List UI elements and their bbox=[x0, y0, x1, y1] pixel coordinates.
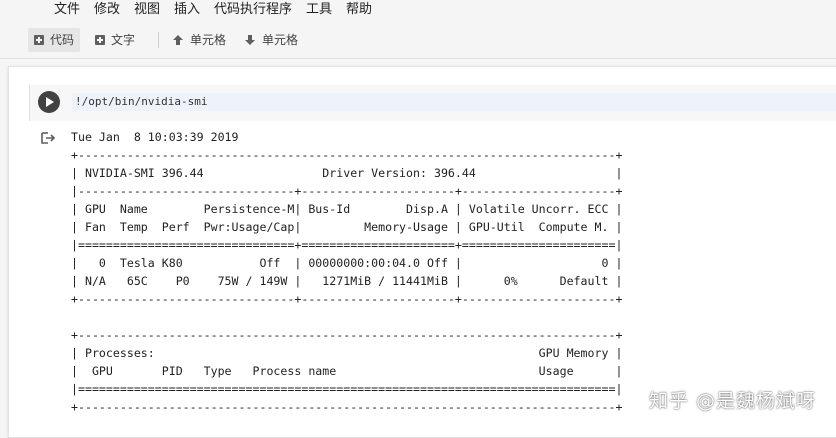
move-down-label: 单元格 bbox=[262, 33, 299, 47]
output-line: | GPU PID Type Process name Usage | bbox=[71, 364, 623, 378]
menu-edit[interactable]: 修改 bbox=[94, 1, 120, 19]
play-icon bbox=[46, 97, 54, 107]
output-line: |===============================+=======… bbox=[71, 238, 623, 252]
menu-bar: 文件 修改 视图 插入 代码执行程序 工具 帮助 bbox=[0, 0, 836, 20]
code-cell[interactable]: !/opt/bin/nvidia-smi bbox=[29, 85, 836, 121]
output-line: | GPU Name Persistence-M| Bus-Id Disp.A … bbox=[71, 202, 623, 216]
notebook-area: !/opt/bin/nvidia-smi Tue Jan 8 10:03:39 … bbox=[8, 66, 836, 438]
add-text-button[interactable]: 文字 bbox=[95, 28, 135, 52]
arrow-down-icon bbox=[245, 35, 255, 45]
output-line: | NVIDIA-SMI 396.44 Driver Version: 396.… bbox=[71, 166, 623, 180]
output-line: +---------------------------------------… bbox=[71, 400, 623, 414]
menu-runtime[interactable]: 代码执行程序 bbox=[214, 1, 292, 19]
run-cell-button[interactable] bbox=[38, 91, 60, 113]
output-line: | Fan Temp Perf Pwr:Usage/Cap| Memory-Us… bbox=[71, 220, 623, 234]
move-cell-down-button[interactable]: 单元格 bbox=[244, 28, 298, 52]
menu-tools[interactable]: 工具 bbox=[306, 1, 332, 19]
output-line: +---------------------------------------… bbox=[71, 148, 623, 162]
move-cell-up-button[interactable]: 单元格 bbox=[172, 28, 226, 52]
output-line: | 0 Tesla K80 Off | 00000000:00:04.0 Off… bbox=[71, 256, 623, 270]
menu-file[interactable]: 文件 bbox=[54, 1, 80, 19]
plus-icon bbox=[34, 35, 44, 45]
output-line: Tue Jan 8 10:03:39 2019 bbox=[71, 130, 239, 144]
toolbar: 代码 文字 单元格 单元格 bbox=[0, 22, 836, 59]
menu-help[interactable]: 帮助 bbox=[346, 1, 372, 19]
plus-icon bbox=[95, 35, 105, 45]
add-text-label: 文字 bbox=[111, 33, 136, 47]
arrow-up-icon bbox=[173, 35, 183, 45]
output-line: +-------------------------------+-------… bbox=[71, 292, 623, 306]
output-line: | N/A 65C P0 75W / 149W | 1271MiB / 1144… bbox=[71, 274, 623, 288]
output-line: |=======================================… bbox=[71, 382, 623, 396]
menu-view[interactable]: 视图 bbox=[134, 1, 160, 19]
output-line: |-------------------------------+-------… bbox=[71, 184, 623, 198]
add-code-button[interactable]: 代码 bbox=[28, 28, 81, 52]
cell-output: Tue Jan 8 10:03:39 2019 +---------------… bbox=[71, 128, 622, 416]
menu-insert[interactable]: 插入 bbox=[174, 1, 200, 19]
toolbar-divider bbox=[158, 32, 159, 48]
output-line: +---------------------------------------… bbox=[71, 328, 623, 342]
watermark: 知乎 @是魏杨斌呀 bbox=[648, 390, 816, 412]
code-editor[interactable]: !/opt/bin/nvidia-smi bbox=[72, 93, 836, 111]
add-code-label: 代码 bbox=[50, 33, 75, 47]
output-clear-icon[interactable] bbox=[41, 131, 55, 145]
move-up-label: 单元格 bbox=[190, 33, 227, 47]
output-line: | Processes: GPU Memory | bbox=[71, 346, 623, 360]
